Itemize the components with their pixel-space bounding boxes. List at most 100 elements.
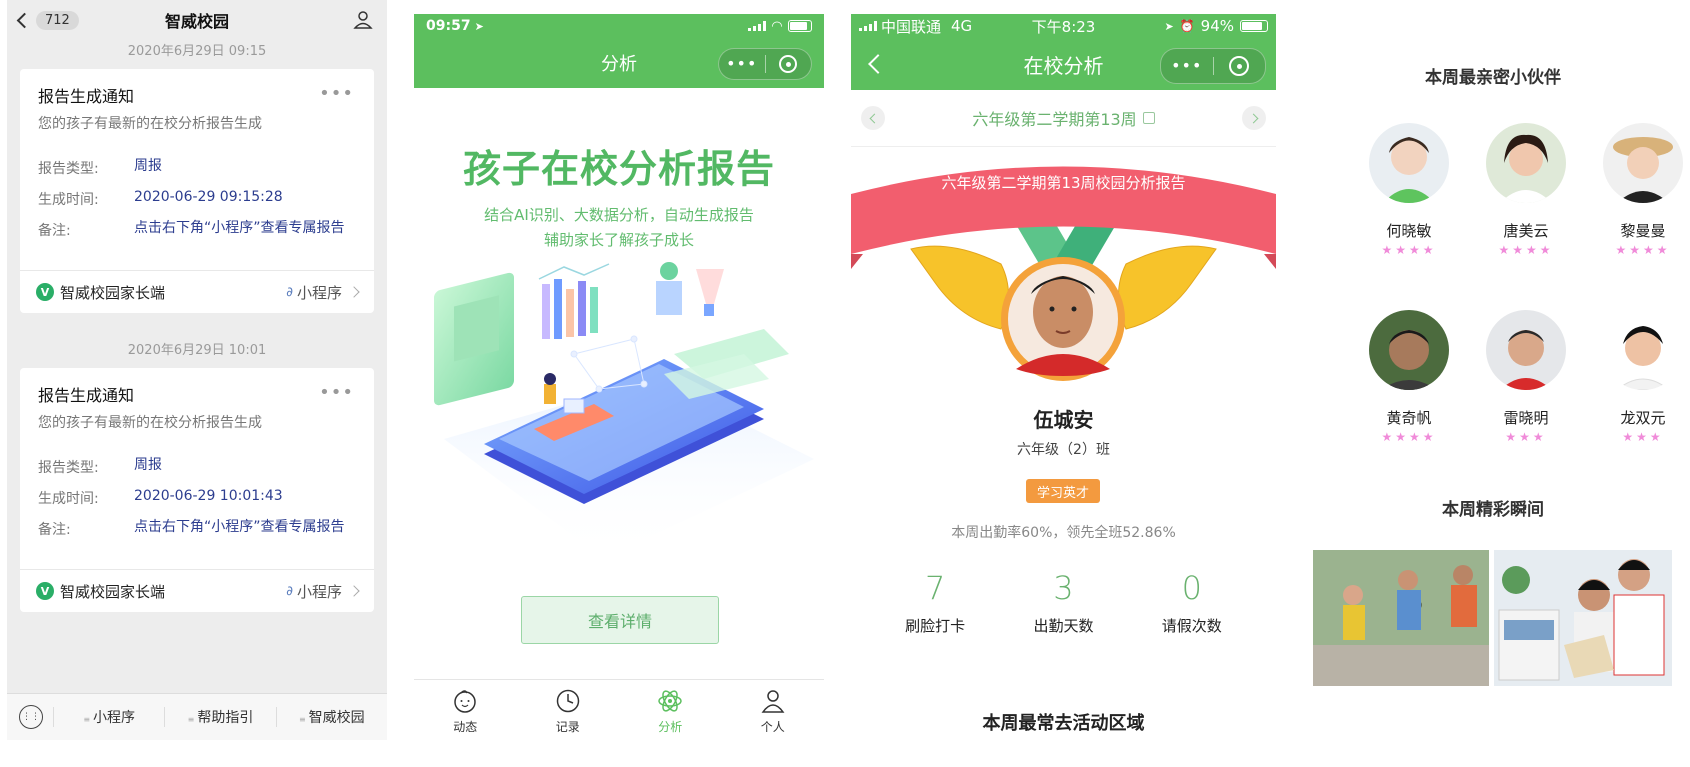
mini-program-link[interactable]: V 智威校园家长端 ∂ 小程序 [20,270,374,313]
calendar-icon[interactable] [1142,112,1155,124]
friend-card[interactable]: 何晓敏 ★★★★ [1359,123,1459,257]
battery-icon [788,20,812,32]
message-card[interactable]: 报告生成通知 ••• 您的孩子有最新的在校分析报告生成 报告类型: 周报 生成时间… [20,368,374,612]
unread-badge: 712 [36,10,79,30]
link-icon: ∂ [286,284,293,300]
menu-item-label: 帮助指引 [197,710,254,726]
section-title: 本周最亲密小伙伴 [1425,68,1561,88]
chat-header: 712 智威校园 [7,0,387,40]
more-icon[interactable]: ••• [1161,58,1213,74]
stat-label: 出勤天数 [1033,617,1094,635]
stat-checkins: 7 刷脸打卡 [880,569,990,636]
friends-panel: 本周最亲密小伙伴 何晓敏 ★★★★ 唐美云 ★★★★ 黎曼曼 ★★★★ 黄奇帆 … [1303,0,1683,740]
subtitle-line: 辅助家长了解孩子成长 [543,231,694,249]
avatar [1369,123,1449,203]
stat-label: 刷脸打卡 [905,617,966,635]
mini-program-capsule: ••• [1160,48,1266,84]
week-selector: 六年级第二学期第13周 [851,90,1276,147]
avatar [1603,310,1683,391]
message-card[interactable]: 报告生成通知 ••• 您的孩子有最新的在校分析报告生成 报告类型: 周报 生成时间… [20,69,374,313]
battery-icon [1240,20,1268,32]
subtitle-line: 结合AI识别、大数据分析，自动生成报告 [484,206,754,224]
view-details-button[interactable]: 查看详情 [521,596,719,644]
next-week-button[interactable] [1242,106,1266,130]
friend-card[interactable]: 黎曼曼 ★★★★ [1593,123,1683,257]
rating-stars: ★★★★ [1381,430,1437,444]
analysis-illustration [434,262,814,559]
more-icon[interactable]: ••• [719,56,765,72]
ribbon-title: 六年级第二学期第13周校园分析报告 [941,174,1186,192]
friend-name: 黎曼曼 [1620,222,1666,240]
attendance-note: 本周出勤率60%，领先全班52.86% [951,525,1176,541]
more-icon[interactable]: ••• [319,384,354,402]
friend-card[interactable]: 黄奇帆 ★★★★ [1359,310,1459,444]
app-name: 智威校园家长端 [60,283,166,302]
friend-name: 何晓敏 [1386,222,1432,240]
mini-program-link[interactable]: V 智威校园家长端 ∂ 小程序 [20,569,374,612]
baby-face-icon [454,690,476,713]
card-title: 报告生成通知 [38,386,135,405]
rating-stars: ★★★ [1505,430,1547,444]
message-timestamp: 2020年6月29日 10:01 [127,343,267,358]
friend-name: 黄奇帆 [1386,409,1432,427]
location-arrow-icon: ➤ [1164,19,1174,33]
rating-stars: ★★★★ [1615,243,1671,257]
mini-program-label: 小程序 [296,582,342,601]
student-class: 六年级（2）班 [1017,442,1110,458]
mini-program-capsule: ••• [718,48,812,80]
friend-name: 唐美云 [1503,222,1549,240]
status-bar: 09:57 ➤ ◠ [414,14,824,38]
field-label: 报告类型: [38,460,99,476]
stat-leave-count: 0 请假次数 [1137,569,1247,636]
avatar [1486,310,1566,390]
honor-badge: 学习英才 [1026,479,1100,503]
wifi-icon: ◠ [772,18,782,34]
page-title: 在校分析 [1023,53,1104,78]
chat-bottom-menu: ⋮⋮ ≡ 小程序 ≡ 帮助指引 ≡ 智威校园 [7,693,387,740]
menu-item-help[interactable]: ≡ 帮助指引 [164,707,275,727]
student-name: 伍城安 [1033,408,1094,432]
link-icon: ∂ [286,583,293,599]
menu-item-school[interactable]: ≡ 智威校园 [275,707,387,727]
friend-card[interactable]: 龙双元 ★★★ [1593,310,1683,444]
status-time: 09:57 [426,18,471,34]
stat-label: 请假次数 [1161,617,1222,635]
atom-icon [658,690,682,712]
more-icon[interactable]: ••• [319,85,354,103]
app-logo-icon: V [36,283,54,301]
moment-photo[interactable] [1494,550,1672,686]
message-timestamp: 2020年6月29日 09:15 [127,44,267,59]
tab-analysis[interactable]: 分析 [619,680,722,754]
tab-label: 动态 [453,720,478,734]
tab-profile[interactable]: 个人 [722,680,825,754]
menu-item-mini-program[interactable]: ≡ 小程序 [53,707,164,727]
person-icon[interactable] [353,10,373,30]
prev-week-button[interactable] [861,106,885,130]
moment-photo[interactable] [1313,550,1489,686]
subtitle: 结合AI识别、大数据分析，自动生成报告 辅助家长了解孩子成长 [414,203,824,253]
keyboard-icon[interactable]: ⋮⋮ [19,705,43,729]
avatar [1486,123,1566,203]
menu-item-label: 小程序 [93,710,136,726]
friend-card[interactable]: 雷晓明 ★★★ [1476,310,1576,444]
chat-panel: 712 智威校园 2020年6月29日 09:15 报告生成通知 ••• 您的孩… [7,0,387,740]
field-label: 生成时间: [38,491,99,507]
back-arrow-icon[interactable] [868,54,888,74]
tab-dynamic[interactable]: 动态 [414,680,517,754]
field-row: 备注: 点击右下角“小程序”查看专属报告 [38,519,356,539]
card-title: 报告生成通知 [38,87,135,106]
stats-row: 7 刷脸打卡 3 出勤天数 0 请假次数 [851,569,1276,636]
friend-name: 雷晓明 [1503,409,1549,427]
friend-card[interactable]: 唐美云 ★★★★ [1476,123,1576,257]
clock-icon [556,689,579,713]
tab-records[interactable]: 记录 [517,680,620,754]
chevron-right-icon [348,286,360,298]
close-target-icon[interactable] [766,55,812,73]
close-target-icon[interactable] [1214,56,1266,76]
week-label[interactable]: 六年级第二学期第13周 [972,106,1136,130]
stat-value: 0 [1181,569,1202,607]
stat-value: 3 [1053,569,1074,607]
page-title: 分析 [601,54,637,75]
back-button[interactable]: 712 [16,10,79,30]
card-subtitle: 您的孩子有最新的在校分析报告生成 [38,116,262,132]
